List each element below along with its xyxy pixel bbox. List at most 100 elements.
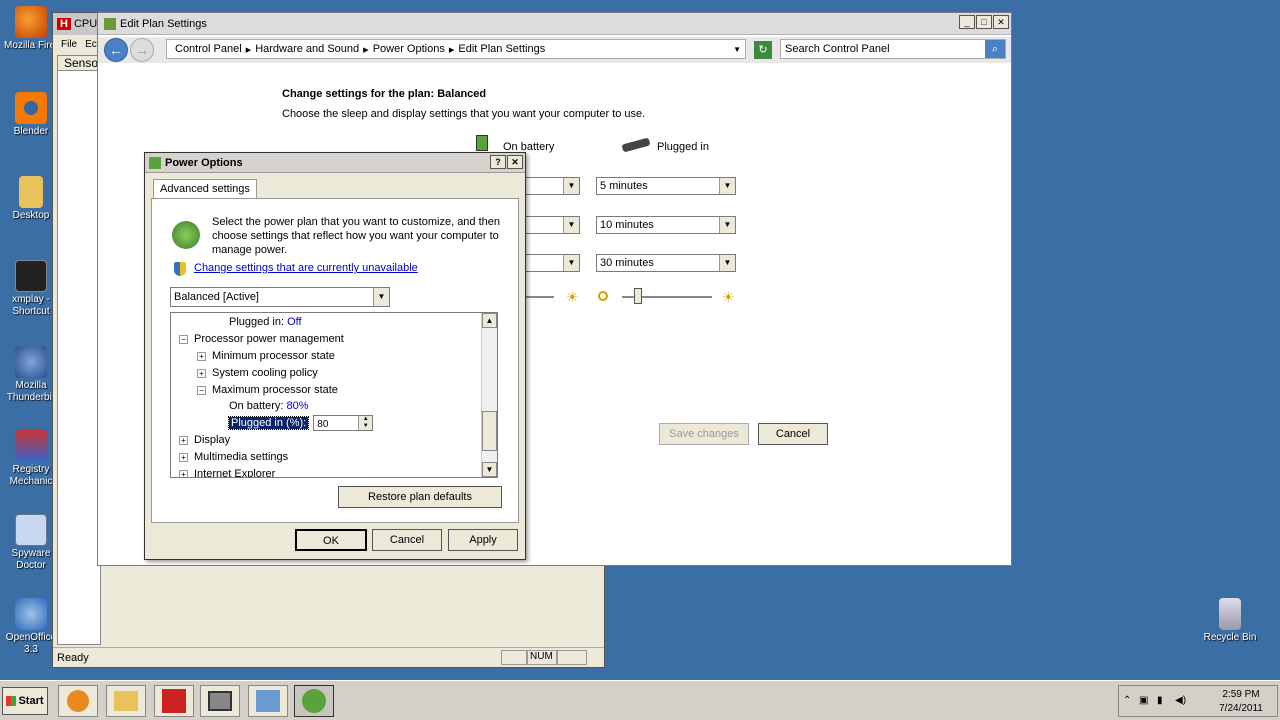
save-changes-button[interactable]: Save changes bbox=[659, 423, 749, 445]
chevron-down-icon: ▼ bbox=[719, 217, 735, 233]
address-bar[interactable]: Control Panel ▸ Hardware and Sound ▸ Pow… bbox=[166, 39, 746, 59]
search-icon[interactable]: ⌕ bbox=[985, 40, 1005, 58]
expand-icon[interactable]: + bbox=[179, 452, 188, 462]
breadcrumb-separator-icon: ▸ bbox=[448, 43, 455, 56]
clock-date[interactable]: 7/24/2011 bbox=[1209, 703, 1273, 714]
clock-time[interactable]: 2:59 PM bbox=[1209, 689, 1273, 700]
chevron-down-icon: ▼ bbox=[563, 178, 579, 194]
dialog-close-button[interactable]: ✕ bbox=[507, 155, 523, 169]
tree-row-on-battery[interactable]: On battery: 80% bbox=[229, 398, 309, 414]
taskbar-power-options[interactable] bbox=[294, 685, 334, 717]
power-options-title: Power Options bbox=[165, 156, 243, 169]
maximize-button[interactable]: □ bbox=[976, 15, 992, 29]
network-icon[interactable]: ▣ bbox=[1139, 695, 1148, 706]
power-options-dialog[interactable]: Power Options ? ✕ Advanced settings Sele… bbox=[144, 152, 526, 560]
tree-row-cooling[interactable]: + System cooling policy bbox=[197, 365, 318, 381]
plan-select[interactable]: Balanced [Active] ▼ bbox=[170, 287, 390, 307]
show-hidden-icon[interactable]: ⌃ bbox=[1123, 695, 1131, 706]
edit-plan-title: Edit Plan Settings bbox=[120, 17, 207, 30]
forward-button[interactable]: → bbox=[130, 38, 154, 62]
cancel-button[interactable]: Cancel bbox=[758, 423, 828, 445]
change-unavailable-settings-link[interactable]: Change settings that are currently unava… bbox=[194, 262, 418, 274]
scroll-down-icon[interactable]: ▼ bbox=[482, 462, 497, 477]
desktop-icon-recycle-bin[interactable]: Recycle Bin bbox=[1200, 598, 1260, 644]
tree-row-min-state[interactable]: + Minimum processor state bbox=[197, 348, 335, 364]
ok-button[interactable]: OK bbox=[295, 529, 367, 551]
plugged-display-off-select[interactable]: 10 minutes ▼ bbox=[596, 216, 736, 234]
brightness-low-icon bbox=[598, 291, 608, 301]
tree-row-plugged-in[interactable]: Plugged in: Off bbox=[229, 314, 302, 330]
refresh-button[interactable]: ↻ bbox=[754, 41, 772, 59]
status-text: Ready bbox=[57, 651, 89, 664]
back-button[interactable]: ← bbox=[104, 38, 128, 62]
battery-brightness-slider[interactable] bbox=[524, 296, 554, 298]
spinner-up-icon[interactable]: ▲ bbox=[358, 416, 373, 423]
plugged-sleep-select[interactable]: 30 minutes ▼ bbox=[596, 254, 736, 272]
plugged-dim-select[interactable]: 5 minutes ▼ bbox=[596, 177, 736, 195]
taskbar-explorer[interactable] bbox=[106, 685, 146, 717]
menu-edit[interactable]: Ec bbox=[85, 39, 97, 50]
battery-dim-select[interactable]: ▼ bbox=[524, 177, 580, 195]
expand-icon[interactable]: + bbox=[197, 351, 206, 361]
address-dropdown-icon[interactable]: ▼ bbox=[733, 45, 741, 54]
tree-row-multimedia[interactable]: + Multimedia settings bbox=[179, 449, 288, 465]
spinner-down-icon[interactable]: ▼ bbox=[358, 423, 373, 430]
power-icon bbox=[149, 156, 161, 169]
plan-subheading: Choose the sleep and display settings th… bbox=[282, 108, 646, 120]
expand-icon[interactable]: + bbox=[179, 469, 188, 477]
breadcrumb-item[interactable]: Control Panel bbox=[175, 43, 242, 55]
scroll-up-icon[interactable]: ▲ bbox=[482, 313, 497, 328]
breadcrumb-item[interactable]: Edit Plan Settings bbox=[458, 43, 545, 55]
settings-tree[interactable]: Plugged in: Off − Processor power managem… bbox=[170, 312, 498, 478]
flash-icon bbox=[162, 689, 186, 713]
chevron-down-icon: ▼ bbox=[563, 217, 579, 233]
tree-row-display[interactable]: + Display bbox=[179, 432, 230, 448]
tree-row-ie[interactable]: + Internet Explorer bbox=[179, 466, 275, 477]
slider-thumb[interactable] bbox=[634, 288, 642, 304]
taskbar-control-panel[interactable] bbox=[248, 685, 288, 717]
collapse-icon[interactable]: − bbox=[179, 334, 188, 344]
shield-icon bbox=[174, 262, 186, 276]
power-tray-icon[interactable]: ▮ bbox=[1157, 695, 1163, 706]
start-button[interactable]: Start bbox=[2, 687, 48, 715]
dialog-cancel-button[interactable]: Cancel bbox=[372, 529, 442, 551]
tree-row-processor[interactable]: − Processor power management bbox=[179, 331, 344, 347]
collapse-icon[interactable]: − bbox=[197, 385, 206, 395]
breadcrumb-item[interactable]: Power Options bbox=[373, 43, 445, 55]
advanced-settings-panel: Select the power plan that you want to c… bbox=[151, 198, 519, 523]
tree-row-plugged-pct[interactable]: Plugged in (%): 80 ▲ ▼ bbox=[227, 415, 374, 431]
status-pane-num: NUM bbox=[527, 650, 557, 665]
expand-icon[interactable]: + bbox=[179, 435, 188, 445]
taskbar-window[interactable] bbox=[200, 685, 240, 717]
help-button[interactable]: ? bbox=[490, 155, 506, 169]
close-button[interactable]: ✕ bbox=[993, 15, 1009, 29]
sensor-tab[interactable]: Senso bbox=[58, 56, 100, 71]
taskbar-media-player[interactable] bbox=[58, 685, 98, 717]
plan-heading: Change settings for the plan: Balanced bbox=[282, 88, 487, 100]
tab-advanced-settings[interactable]: Advanced settings bbox=[153, 179, 257, 199]
edit-plan-titlebar[interactable]: Edit Plan Settings _ □ ✕ bbox=[98, 13, 1011, 35]
plugged-pct-spinner[interactable]: 80 ▲ ▼ bbox=[313, 415, 374, 431]
control-panel-icon bbox=[256, 690, 280, 712]
search-input[interactable]: Search Control Panel ⌕ bbox=[780, 39, 1006, 59]
brightness-high-icon: ☀ bbox=[566, 289, 579, 305]
volume-icon[interactable]: ◀) bbox=[1175, 695, 1186, 706]
apply-button[interactable]: Apply bbox=[448, 529, 518, 551]
battery-sleep-select[interactable]: ▼ bbox=[524, 254, 580, 272]
spyware-icon bbox=[15, 514, 47, 546]
scroll-thumb[interactable] bbox=[482, 411, 497, 451]
taskbar-flash[interactable] bbox=[154, 685, 194, 717]
menu-file[interactable]: File bbox=[61, 39, 77, 50]
minimize-button[interactable]: _ bbox=[959, 15, 975, 29]
power-options-titlebar[interactable]: Power Options ? ✕ bbox=[145, 153, 525, 173]
expand-icon[interactable]: + bbox=[197, 368, 206, 378]
tree-row-max-state[interactable]: − Maximum processor state bbox=[197, 382, 338, 398]
breadcrumb-item[interactable]: Hardware and Sound bbox=[255, 43, 359, 55]
tree-scrollbar[interactable]: ▲ ▼ bbox=[481, 313, 497, 477]
battery-display-off-select[interactable]: ▼ bbox=[524, 216, 580, 234]
sensor-tree[interactable]: Senso bbox=[57, 55, 101, 645]
chevron-down-icon: ▼ bbox=[719, 178, 735, 194]
folder-icon bbox=[114, 691, 138, 711]
plug-icon bbox=[621, 137, 651, 153]
restore-plan-defaults-button[interactable]: Restore plan defaults bbox=[338, 486, 502, 508]
